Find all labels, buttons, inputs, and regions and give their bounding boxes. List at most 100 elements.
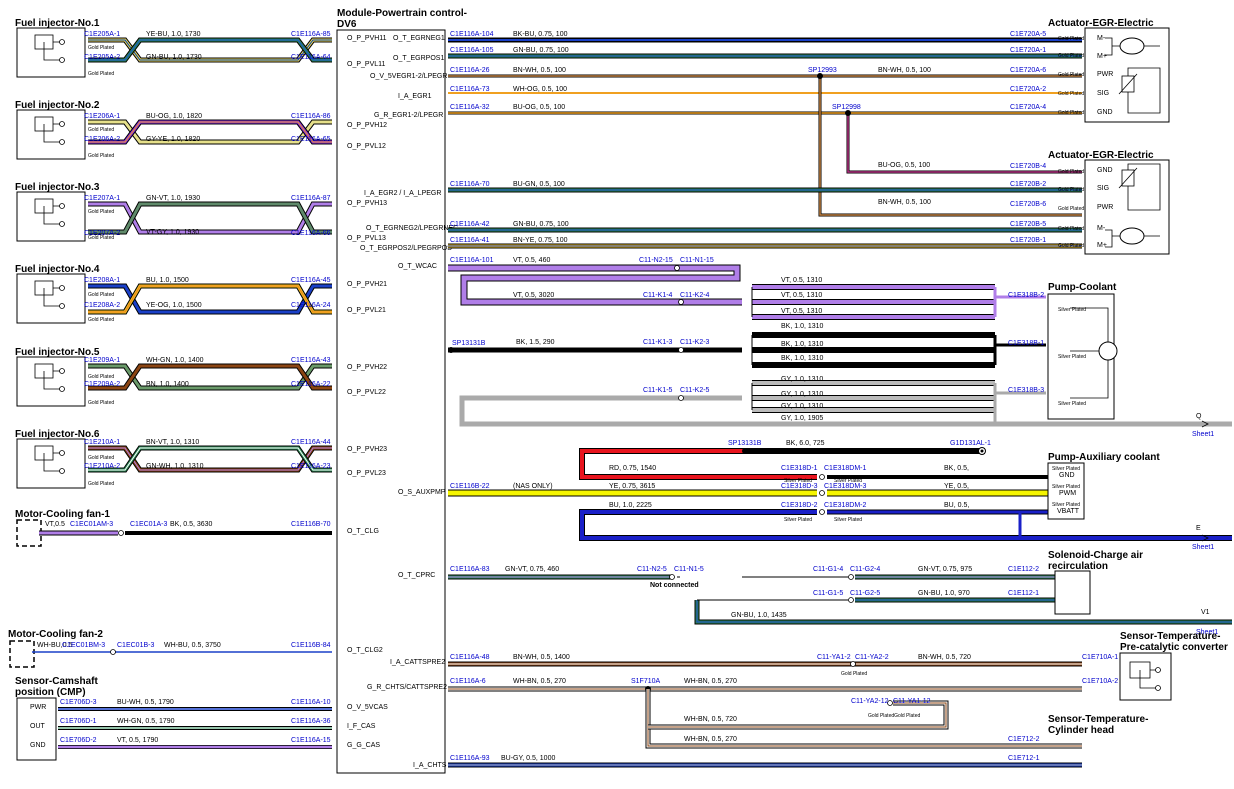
connector-label: C11-K1-5 <box>643 387 673 394</box>
connector-label: C1E318B-2 <box>1008 292 1044 299</box>
pin-label: M- <box>1097 225 1106 232</box>
connector-label: C1E116A-64 <box>291 54 331 61</box>
wire-label: BN, 1.0, 1400 <box>146 381 189 388</box>
plating-label: Gold Plated <box>1058 36 1084 42</box>
pin-label: O_P_PVH11 <box>347 35 387 42</box>
component-title: Sensor-Temperature- <box>1120 631 1220 642</box>
connector-label: C1E116A-26 <box>450 67 490 74</box>
plating-label: Gold Plated <box>1058 226 1084 232</box>
connector-label: C1E116A-23 <box>291 463 331 470</box>
module-title-2: DV6 <box>337 19 357 30</box>
component-title: Solenoid-Charge air <box>1048 550 1143 561</box>
connector-label: C1E116A-48 <box>450 654 490 661</box>
connector-label: C1E720A-1 <box>1010 47 1046 54</box>
wire-label: GN-WH, 1.0, 1310 <box>146 463 204 470</box>
wire-label: GY-YE, 1.0, 1820 <box>146 136 200 143</box>
wire-label: YE, 0.5, <box>944 483 969 490</box>
plating-label: Gold Plated <box>88 209 114 215</box>
wire-label: VT, 0.5, 1790 <box>117 737 158 744</box>
pin-label: G_R_EGR1-2/LPEGR <box>374 112 443 119</box>
connector-label: C1E112-2 <box>1008 566 1039 573</box>
connector-label: C1E116A-22 <box>291 381 331 388</box>
wire-label: BK, 1.0, 1310 <box>781 341 824 348</box>
pin-label: O_P_PVL11 <box>347 61 386 68</box>
pin-label: G_R_CHTS/CATTSPRE2 <box>367 684 447 691</box>
plating-label: Silver Plated <box>834 517 862 523</box>
plating-label: Gold Plated <box>88 153 114 159</box>
connector-label: G1D131AL-1 <box>950 440 991 447</box>
connector-label: C1E720B-5 <box>1010 221 1046 228</box>
connector-label: C11-K1-4 <box>643 292 673 299</box>
pin-label: GND <box>30 742 46 749</box>
pin-label: O_P_PVH12 <box>347 122 387 129</box>
wiring-diagram: Module-Powertrain control- DV6 O_P_PVH11… <box>8 8 1232 774</box>
wire-label: BK, 0.5, 3630 <box>170 521 213 528</box>
pump-auxiliary-coolant: Pump-Auxiliary coolant Silver Plated GND… <box>1047 452 1160 520</box>
pin-label: O_P_PVL23 <box>347 470 386 477</box>
pin-label: O_T_WCAC <box>398 263 437 270</box>
temp-sensors-wiring: C1E116A-48 BN-WH, 0.5, 1400 C11-YA1-2 C1… <box>448 654 1118 768</box>
component-title: Sensor-Temperature- <box>1048 714 1148 725</box>
connector-label: C11-N1-15 <box>680 257 714 264</box>
wire-label: WH-BU, 0.5, 3750 <box>164 642 221 649</box>
pin-label: I_F_CAS <box>347 723 376 730</box>
wire-label: YE-OG, 1.0, 1500 <box>146 302 202 309</box>
module-title-1: Module-Powertrain control- <box>337 8 467 19</box>
plating-label: Gold Plated <box>1058 110 1084 116</box>
wire-label: WH-GN, 0.5, 1790 <box>117 718 175 725</box>
pin-label: O_T_CLG2 <box>347 647 383 654</box>
connector-label: C11-N2-15 <box>639 257 673 264</box>
pump-coolant: Pump-Coolant Silver Plated Silver Plated… <box>1047 282 1118 420</box>
pin-label: O_P_PVL12 <box>347 143 386 150</box>
sheet-ref-link[interactable]: Sheet1 <box>1192 431 1214 438</box>
pin-label: PWR <box>1097 204 1113 211</box>
connector-label: C1E706D-2 <box>60 737 97 744</box>
connector-label: C1E116B-22 <box>450 483 490 490</box>
module-powertrain-control: Module-Powertrain control- DV6 O_P_PVH11… <box>336 8 467 774</box>
wire-label: BK, 0.5, <box>944 465 969 472</box>
connector-label: C1E116A-104 <box>450 31 494 38</box>
pin-label: G_G_CAS <box>347 742 380 749</box>
wire-label: BN-WH, 0.5, 100 <box>513 67 566 74</box>
plating-label: Gold Plated <box>1058 206 1084 212</box>
component-title: Pump-Auxiliary coolant <box>1048 452 1160 463</box>
wire-label: GN-BU, 0.75, 100 <box>513 221 569 228</box>
fuel-injector-3: Fuel injector-No.3 Gold Plated Gold Plat… <box>15 182 332 242</box>
connector-label: C1E210A-1 <box>84 439 120 446</box>
connector-label: C1E116A-41 <box>450 237 490 244</box>
wire-label: BK, 6.0, 725 <box>786 440 825 447</box>
wire-label: BN-WH, 0.5, 100 <box>878 199 931 206</box>
component-title: Pump-Coolant <box>1048 282 1117 293</box>
splice-label: SP13131B <box>728 440 762 447</box>
connector-label: C1E318DM-2 <box>824 502 867 509</box>
actuator-egr-electric-2: Actuator-EGR-Electric Gold Plated Gold P… <box>1048 150 1170 255</box>
connector-label: C1EC01BM-3 <box>62 642 105 649</box>
pin-label: I_A_CATTSPRE2 <box>390 659 445 666</box>
connector-label: C11-G1-4 <box>813 566 843 573</box>
splice-label: SP12993 <box>808 67 837 74</box>
fuel-injector-6: Fuel injector-No.6 Gold Plated Gold Plat… <box>15 429 332 489</box>
pin-label: SIG <box>1097 90 1109 97</box>
wire-label: GN-BU, 1.0, 1435 <box>731 612 787 619</box>
connector-label: C1EC01A-3 <box>130 521 167 528</box>
wire-label: VT, 0.5, 1310 <box>781 292 822 299</box>
wire-label: BN-YE, 0.75, 100 <box>513 237 568 244</box>
connector-label: C1E318D-1 <box>781 465 818 472</box>
component-title: Pre-catalytic converter <box>1120 642 1228 653</box>
wire-label: VT, 0.5, 3020 <box>513 292 554 299</box>
connector-label: C11-G2-4 <box>850 566 880 573</box>
connector-label: C1E208A-1 <box>84 277 120 284</box>
wire-label: GY, 1.0, 1310 <box>781 403 823 410</box>
plating-label: Gold Plated <box>88 317 114 323</box>
note-label: (NAS ONLY) <box>513 483 553 490</box>
connector-label: C1E318D-3 <box>781 483 818 490</box>
wire-label: WH-BN, 0.5, 270 <box>513 678 566 685</box>
pin-label: M+ <box>1097 53 1107 60</box>
component-title: Fuel injector-No.4 <box>15 264 100 275</box>
wire-label: BU-OG, 0.5, 100 <box>878 162 930 169</box>
wire-label: BK-BU, 0.75, 100 <box>513 31 568 38</box>
wire-label: WH-BN, 0.5, 270 <box>684 678 737 685</box>
pin-label: M+ <box>1097 242 1107 249</box>
sheet-ref-link[interactable]: Sheet1 <box>1192 544 1214 551</box>
pin-label: GND <box>1097 167 1113 174</box>
